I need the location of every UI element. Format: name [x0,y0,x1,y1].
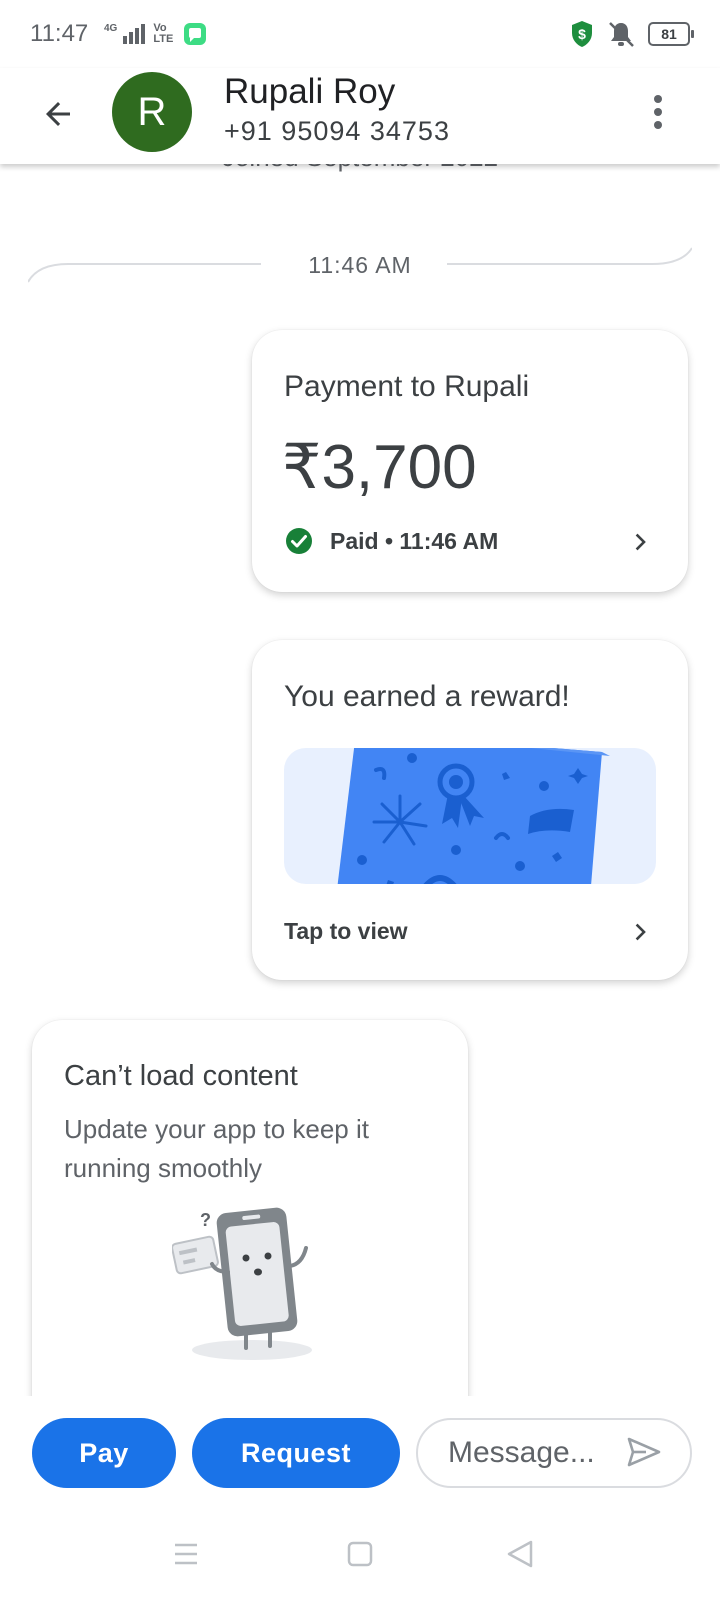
screen: 11:47 4G Vo LTE $ 81 R Rupali Roy +91 95… [0,0,720,1600]
contact-phone: +91 95094 34753 [224,116,450,146]
app-header: R Rupali Roy +91 95094 34753 [0,68,720,164]
vibrate-off-icon [609,22,634,47]
payment-card[interactable]: Payment to Rupali ₹3,700 Paid • 11:46 AM [252,330,688,592]
reward-title: You earned a reward! [284,680,570,713]
nav-back-button[interactable] [500,1534,540,1574]
check-circle-icon [286,528,312,554]
system-navigation-bar [0,1506,720,1600]
reward-action-label: Tap to view [284,918,408,944]
payment-status-row: Paid • 11:46 AM [284,526,498,556]
joined-date-text: Joined September 2022 [0,164,720,173]
network-label: 4G [104,22,118,34]
svg-text:?: ? [200,1210,211,1230]
more-vert-icon [654,95,662,129]
nav-home-button[interactable] [340,1534,380,1574]
signal-icon [123,24,146,44]
bottom-action-bar: Pay Request Message... [0,1396,720,1506]
send-icon[interactable] [626,1436,662,1468]
status-bar: 11:47 4G Vo LTE $ 81 [0,0,720,68]
timestamp-divider: 11:46 AM [28,246,692,286]
volte-label: Vo LTE [153,22,174,45]
payment-title: Payment to Rupali [284,370,530,403]
svg-text:$: $ [578,26,586,42]
status-left-icons: 4G Vo LTE [104,22,207,46]
message-placeholder: Message... [448,1436,595,1469]
payment-amount: ₹3,700 [282,433,477,502]
cant-load-content-card: Can’t load content Update your app to ke… [32,1020,468,1396]
reward-card-illustration [337,748,610,884]
nav-menu-button[interactable] [166,1534,206,1574]
contact-name[interactable]: Rupali Roy [224,72,395,112]
chevron-right-icon [635,923,646,941]
request-button[interactable]: Request [192,1418,400,1488]
reward-card[interactable]: You earned a reward! Tap to view [252,640,688,980]
payment-status: Paid • 11:46 AM [330,527,499,554]
cant-load-title: Can’t load content [64,1060,298,1092]
contact-avatar[interactable]: R [112,72,192,152]
status-right-icons: $ 81 [570,20,694,48]
message-timestamp: 11:46 AM [308,252,412,278]
messages-app-icon [184,23,207,45]
pay-button[interactable]: Pay [32,1418,176,1488]
conversation-area[interactable]: Joined September 2022 11:46 AM Payment t… [0,164,720,1396]
message-input[interactable]: Message... [416,1418,692,1488]
security-shield-icon: $ [572,21,592,47]
arrow-left-icon [46,102,70,126]
triangle-back-icon [507,1540,533,1568]
more-options-button[interactable] [634,88,682,136]
cant-load-body: Update your app to keep it running smoot… [64,1114,369,1183]
reward-scratch-card-image [284,748,656,884]
chevron-right-icon [635,533,646,551]
back-button[interactable] [34,90,82,138]
phone-update-illustration: ? [172,1207,312,1360]
battery-indicator: 81 [648,22,694,46]
status-time: 11:47 [30,20,89,47]
square-home-icon [347,1541,373,1567]
menu-icon [175,1543,197,1565]
